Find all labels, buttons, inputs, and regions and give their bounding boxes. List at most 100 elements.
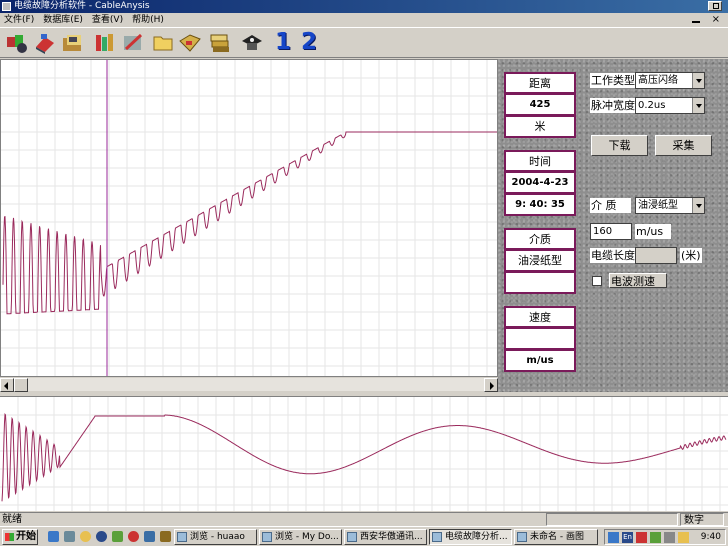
download-button[interactable]: 下载 <box>591 135 648 156</box>
app-icon-7[interactable] <box>144 531 155 542</box>
hat-icon[interactable] <box>240 31 264 55</box>
waveform-lower[interactable] <box>0 396 728 511</box>
task-button-1[interactable]: 浏览 - huaao <box>174 529 257 545</box>
tray-icon-3[interactable] <box>636 532 647 543</box>
distance-unit: 米 <box>504 116 576 138</box>
chevron-down-icon[interactable] <box>692 73 704 88</box>
time-label: 时间 <box>504 150 576 172</box>
users-icon[interactable] <box>93 31 117 55</box>
time-readout: 时间 2004-4-23 9: 40: 35 <box>504 150 576 216</box>
wave-measure-label[interactable]: 电波测速 <box>609 273 667 288</box>
app-window: 电缆故障分析软件 - CableAnysis 文件(F) 数据库(E) 查看(V… <box>0 0 728 546</box>
menu-help[interactable]: 帮助(H) <box>128 13 169 27</box>
window-icon <box>262 532 272 542</box>
time-date: 2004-4-23 <box>504 172 576 194</box>
chevron-down-icon[interactable] <box>692 198 704 213</box>
start-label: 开始 <box>16 531 36 542</box>
waveform-upper[interactable] <box>0 59 498 377</box>
pulse-width-label: 脉冲宽度 <box>590 98 636 113</box>
time-clock: 9: 40: 35 <box>504 194 576 216</box>
ie-icon[interactable] <box>48 531 59 542</box>
medium-label: 介质 <box>504 228 576 250</box>
app-icon-8[interactable] <box>160 531 171 542</box>
task-label: 浏览 - My Do... <box>275 532 339 542</box>
toolbar: 1 2 <box>0 27 728 58</box>
explorer-icon[interactable] <box>64 531 75 542</box>
network-icon[interactable] <box>608 532 619 543</box>
distance-value: 425 <box>504 94 576 116</box>
folder-open-icon[interactable] <box>61 31 85 55</box>
waveform-trace-lower <box>1 413 727 502</box>
task-label: 西安华傲通讯... <box>360 532 423 542</box>
menu-view[interactable]: 查看(V) <box>88 13 128 27</box>
tools-icon[interactable] <box>5 31 29 55</box>
status-bar: 就绪 数字 <box>0 512 728 526</box>
outlook-icon[interactable] <box>80 531 91 542</box>
menu-database[interactable]: 数据库(E) <box>39 13 88 27</box>
work-type-select[interactable]: 高压闪络 <box>635 72 705 89</box>
book-icon[interactable] <box>33 31 57 55</box>
volume-icon[interactable] <box>664 532 675 543</box>
task-button-3[interactable]: 西安华傲通讯... <box>344 529 427 545</box>
task-button-4[interactable]: 电缆故障分析... <box>429 529 512 545</box>
horizontal-scrollbar[interactable] <box>0 377 498 392</box>
task-label: 浏览 - huaao <box>190 532 245 542</box>
restore-button[interactable] <box>708 1 722 11</box>
app-icon-5[interactable] <box>112 531 123 542</box>
window-icon <box>177 532 187 542</box>
speed-label: 速度 <box>504 306 576 328</box>
speed-input[interactable]: 160 <box>590 223 632 240</box>
open-file-icon[interactable] <box>178 31 202 55</box>
start-button[interactable]: 开始 <box>2 529 38 545</box>
chevron-down-icon[interactable] <box>692 98 704 113</box>
medium-select[interactable]: 油浸纸型 <box>635 197 705 214</box>
scroll-left-icon[interactable] <box>0 378 14 392</box>
app-icon-6[interactable] <box>128 531 139 542</box>
speed-unit-label: m/us <box>635 224 671 239</box>
language-icon[interactable]: En <box>622 532 633 543</box>
scroll-right-icon[interactable] <box>484 378 498 392</box>
close-icon[interactable]: × <box>712 15 720 25</box>
speed-unit: m/us <box>504 350 576 372</box>
tray-icon-6[interactable] <box>678 532 689 543</box>
task-button-2[interactable]: 浏览 - My Do... <box>259 529 342 545</box>
task-button-5[interactable]: 未命名 - 画图 <box>514 529 598 545</box>
pulse-width-select[interactable]: 0.2us <box>635 97 705 114</box>
media-player-icon[interactable] <box>96 531 107 542</box>
channel-2-button[interactable]: 2 <box>301 29 317 55</box>
title-bar: 电缆故障分析软件 - CableAnysis <box>0 0 728 13</box>
app-icon <box>2 2 11 11</box>
pulse-width-value: 0.2us <box>638 100 666 111</box>
wave-measure-checkbox[interactable] <box>592 276 602 286</box>
channel-1-button[interactable]: 1 <box>275 29 291 55</box>
stack-icon[interactable] <box>208 31 232 55</box>
collect-button[interactable]: 采集 <box>655 135 712 156</box>
tray-icon-4[interactable] <box>650 532 661 543</box>
edit-icon[interactable] <box>121 31 145 55</box>
cable-length-unit: (米) <box>680 248 702 263</box>
cable-length-label: 电缆长度 <box>590 248 636 263</box>
window-title: 电缆故障分析软件 - CableAnysis <box>14 1 150 11</box>
minimize-icon[interactable] <box>692 21 700 23</box>
distance-label: 距离 <box>504 72 576 94</box>
work-type-label: 工作类型 <box>590 73 636 88</box>
task-label: 未命名 - 画图 <box>530 532 584 542</box>
medium-type-label: 介 质 <box>590 198 631 213</box>
scroll-thumb[interactable] <box>14 378 28 392</box>
folder-icon[interactable] <box>151 31 175 55</box>
waveform-trace <box>2 131 497 315</box>
clock: 9:40 <box>700 532 721 542</box>
task-label: 电缆故障分析... <box>445 532 508 542</box>
medium-readout: 介质 油浸纸型 <box>504 228 576 294</box>
speed-readout: 速度 m/us <box>504 306 576 372</box>
medium-select-value: 油浸纸型 <box>638 200 678 211</box>
status-mode: 数字 <box>680 513 724 526</box>
system-tray: En 9:40 <box>604 529 726 545</box>
control-panel: 距离 425 米 时间 2004-4-23 9: 40: 35 介质 油浸纸型 … <box>498 59 728 392</box>
menu-file[interactable]: 文件(F) <box>0 13 39 27</box>
window-icon <box>432 532 442 542</box>
waveform-lower-canvas <box>0 397 728 511</box>
cable-length-input[interactable] <box>635 247 677 264</box>
medium-extra <box>504 272 576 294</box>
waveform-upper-canvas <box>1 60 497 376</box>
